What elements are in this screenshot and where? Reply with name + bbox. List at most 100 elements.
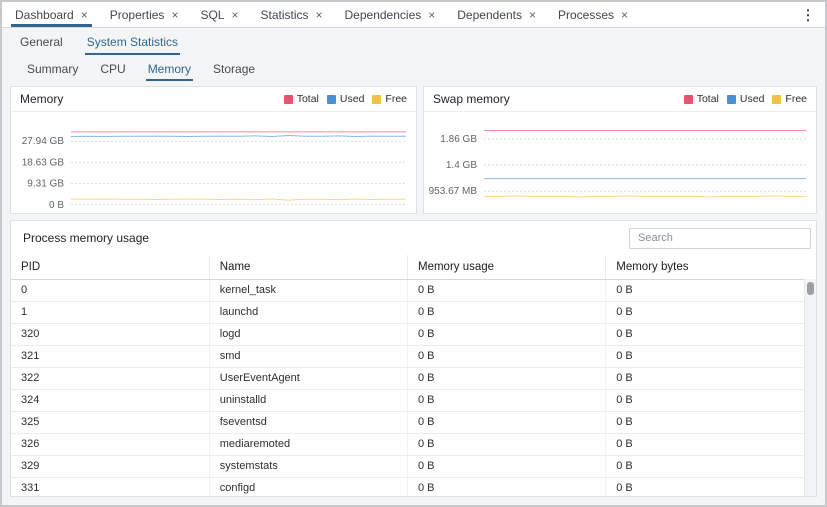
window-tab-dashboard[interactable]: Dashboard × xyxy=(4,2,99,27)
window-tab-label: Dependencies xyxy=(345,8,422,22)
column-header-memory-usage[interactable]: Memory usage xyxy=(408,255,606,279)
table-cell: kernel_task xyxy=(209,279,407,301)
table-row[interactable]: 331configd0 B0 B xyxy=(11,477,804,497)
table-cell: 331 xyxy=(11,477,209,497)
table-cell: smd xyxy=(209,345,407,367)
table-cell: fseventsd xyxy=(209,411,407,433)
table-row[interactable]: 324uninstalld0 B0 B xyxy=(11,389,804,411)
table-row[interactable]: 1launchd0 B0 B xyxy=(11,301,804,323)
legend-item-total: Total xyxy=(684,93,719,105)
table-cell: 0 B xyxy=(408,301,606,323)
legend-item-free: Free xyxy=(372,93,407,105)
tab-memory[interactable]: Memory xyxy=(137,56,202,82)
process-memory-panel: Process memory usage PIDNameMemory usage… xyxy=(10,220,817,497)
legend-label: Free xyxy=(785,93,807,105)
tab-summary[interactable]: Summary xyxy=(16,56,89,82)
table-cell: mediaremoted xyxy=(209,433,407,455)
series-line-free xyxy=(484,196,806,197)
table-row[interactable]: 0kernel_task0 B0 B xyxy=(11,279,804,301)
legend-swatch-used-icon xyxy=(327,95,336,104)
table-cell: 0 B xyxy=(408,411,606,433)
chart-svg: 1.86 GB1.4 GB953.67 MB xyxy=(424,112,816,213)
scrollbar-thumb[interactable] xyxy=(807,282,814,295)
memory-chart-panel: Memory TotalUsedFree 27.94 GB18.63 GB9.3… xyxy=(10,86,417,214)
legend-label: Used xyxy=(740,93,765,105)
process-table: PIDNameMemory usageMemory bytes 0kernel_… xyxy=(11,255,804,497)
y-tick-label: 0 B xyxy=(49,200,64,211)
swap-memory-chart-panel: Swap memory TotalUsedFree 1.86 GB1.4 GB9… xyxy=(423,86,817,214)
table-row[interactable]: 320logd0 B0 B xyxy=(11,323,804,345)
tab-label: Storage xyxy=(213,62,255,76)
table-cell: 0 B xyxy=(606,345,804,367)
tab-general[interactable]: General xyxy=(8,28,75,56)
process-panel-title: Process memory usage xyxy=(23,231,149,245)
table-row[interactable]: 326mediaremoted0 B0 B xyxy=(11,433,804,455)
system-statistics-tab-bar: SummaryCPU Memory Storage xyxy=(2,56,825,82)
table-cell: 0 B xyxy=(408,389,606,411)
table-row[interactable]: 321smd0 B0 B xyxy=(11,345,804,367)
tab-system-statistics[interactable]: System Statistics xyxy=(75,28,190,56)
tab-close-icon[interactable]: × xyxy=(529,9,536,21)
window-tab-bar: Dashboard×Properties×SQL×Statistics×Depe… xyxy=(2,2,825,28)
table-cell: 0 B xyxy=(408,477,606,497)
window-tab-dependencies[interactable]: Dependencies × xyxy=(334,2,447,27)
memory-chart-header: Memory TotalUsedFree xyxy=(11,87,416,112)
tab-label: Memory xyxy=(148,62,191,76)
column-header-name[interactable]: Name xyxy=(209,255,407,279)
tab-close-icon[interactable]: × xyxy=(428,9,435,21)
tab-close-icon[interactable]: × xyxy=(171,9,178,21)
tab-storage[interactable]: Storage xyxy=(202,56,266,82)
chart-legend: TotalUsedFree xyxy=(284,93,407,105)
window-tab-sql[interactable]: SQL× xyxy=(189,2,249,27)
table-cell: 0 B xyxy=(408,433,606,455)
table-cell: 321 xyxy=(11,345,209,367)
legend-item-used: Used xyxy=(327,93,365,105)
table-cell: 0 B xyxy=(408,345,606,367)
y-tick-label: 1.86 GB xyxy=(440,134,477,145)
table-row[interactable]: 322UserEventAgent0 B0 B xyxy=(11,367,804,389)
tab-label: System Statistics xyxy=(87,35,178,49)
window-tab-statistics[interactable]: Statistics× xyxy=(249,2,333,27)
process-table-head: PIDNameMemory usageMemory bytes xyxy=(11,255,804,279)
tab-cpu[interactable]: CPU xyxy=(89,56,136,82)
y-tick-label: 18.63 GB xyxy=(22,157,65,168)
legend-label: Total xyxy=(697,93,719,105)
window-tab-label: Dependents xyxy=(457,8,522,22)
tab-close-icon[interactable]: × xyxy=(316,9,323,21)
legend-label: Used xyxy=(340,93,365,105)
table-scrollbar[interactable] xyxy=(804,279,816,496)
kebab-menu-icon[interactable]: ⋮ xyxy=(798,6,818,23)
tab-close-icon[interactable]: × xyxy=(81,9,88,21)
tab-close-icon[interactable]: × xyxy=(231,9,238,21)
table-row[interactable]: 329systemstats0 B0 B xyxy=(11,455,804,477)
swap-chart-plot: 1.86 GB1.4 GB953.67 MB xyxy=(424,112,816,213)
table-cell: 0 B xyxy=(606,279,804,301)
table-cell: 0 B xyxy=(408,323,606,345)
table-cell: 329 xyxy=(11,455,209,477)
table-cell: 1 xyxy=(11,301,209,323)
window-tab-label: Dashboard xyxy=(15,8,74,22)
table-cell: 322 xyxy=(11,367,209,389)
window-tab-processes[interactable]: Processes× xyxy=(547,2,639,27)
column-header-memory-bytes[interactable]: Memory bytes xyxy=(606,255,804,279)
table-cell: 320 xyxy=(11,323,209,345)
table-header-row: PIDNameMemory usageMemory bytes xyxy=(11,255,804,279)
pgadmin-dashboard-window: Dashboard×Properties×SQL×Statistics×Depe… xyxy=(0,0,827,507)
window-tab-label: Properties xyxy=(110,8,165,22)
tab-label: General xyxy=(20,35,63,49)
table-cell: 0 B xyxy=(606,477,804,497)
table-cell: 326 xyxy=(11,433,209,455)
search-input[interactable] xyxy=(629,228,811,249)
table-cell: 0 B xyxy=(408,455,606,477)
legend-swatch-free-icon xyxy=(772,95,781,104)
column-header-pid[interactable]: PID xyxy=(11,255,209,279)
table-cell: 0 B xyxy=(408,279,606,301)
tab-close-icon[interactable]: × xyxy=(621,9,628,21)
table-cell: 324 xyxy=(11,389,209,411)
window-tab-dependents[interactable]: Dependents × xyxy=(446,2,547,27)
table-cell: uninstalld xyxy=(209,389,407,411)
window-tab-properties[interactable]: Properties × xyxy=(99,2,190,27)
legend-item-used: Used xyxy=(727,93,765,105)
y-tick-label: 1.4 GB xyxy=(446,160,477,171)
table-row[interactable]: 325fseventsd0 B0 B xyxy=(11,411,804,433)
